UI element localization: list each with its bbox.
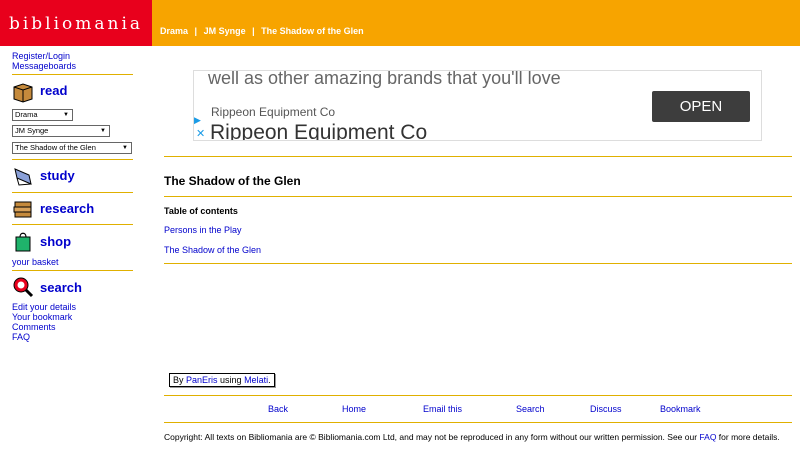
breadcrumb-separator: |	[252, 26, 255, 36]
toc-item-persons[interactable]: Persons in the Play	[164, 225, 242, 235]
content-divider	[164, 156, 792, 157]
credit-suffix: .	[268, 375, 271, 385]
magnifier-icon[interactable]	[12, 276, 34, 298]
discuss-link[interactable]: Discuss	[590, 404, 622, 414]
your-basket-link[interactable]: your basket	[12, 257, 59, 267]
copyright-notice: Copyright: All texts on Bibliomania are …	[164, 432, 794, 442]
shop-link[interactable]: shop	[40, 234, 71, 249]
sidebar-divider	[12, 270, 133, 271]
book-icon[interactable]	[12, 81, 34, 103]
logo-box[interactable]: bibliomania	[0, 0, 152, 46]
messageboards-link[interactable]: Messageboards	[12, 61, 76, 71]
genre-select[interactable]: Drama ▼	[12, 109, 73, 121]
header-bar: bibliomania Drama | JM Synge | The Shado…	[0, 0, 800, 46]
ad-open-button[interactable]: OPEN	[652, 91, 750, 122]
sidebar-divider	[12, 192, 133, 193]
footer-divider	[164, 395, 792, 396]
breadcrumb-drama[interactable]: Drama	[160, 26, 188, 36]
credit-box: By PanEris using Melati.	[169, 373, 275, 387]
chevron-down-icon: ▼	[63, 112, 69, 118]
read-link[interactable]: read	[40, 83, 67, 98]
footer-search-link[interactable]: Search	[516, 404, 545, 414]
title-select-value: The Shadow of the Glen	[15, 143, 96, 152]
breadcrumb: Drama | JM Synge | The Shadow of the Gle…	[160, 26, 364, 36]
books-icon[interactable]	[12, 198, 34, 220]
footer-nav: Back Home Email this Search Discuss Book…	[164, 404, 792, 416]
page-title: The Shadow of the Glen	[164, 174, 301, 188]
sidebar-divider	[12, 224, 133, 225]
content-divider	[164, 263, 792, 264]
toc-item-shadow-of-the-glen[interactable]: The Shadow of the Glen	[164, 245, 261, 255]
toc-heading: Table of contents	[164, 206, 238, 216]
credit-prefix: By	[173, 375, 187, 385]
back-link[interactable]: Back	[268, 404, 288, 414]
bookmark-link[interactable]: Bookmark	[660, 404, 701, 414]
chevron-down-icon: ▼	[100, 128, 106, 134]
content-divider	[164, 196, 792, 197]
ad-close-icon[interactable]: ✕	[196, 127, 205, 140]
footer-divider	[164, 422, 792, 423]
copyright-faq-link[interactable]: FAQ	[699, 432, 716, 442]
home-link[interactable]: Home	[342, 404, 366, 414]
breadcrumb-title[interactable]: The Shadow of the Glen	[261, 26, 364, 36]
ad-info-icon[interactable]: ▶	[194, 115, 201, 126]
title-select[interactable]: The Shadow of the Glen ▼	[12, 142, 132, 154]
genre-select-value: Drama	[15, 110, 38, 119]
sidebar-divider	[12, 159, 133, 160]
breadcrumb-separator: |	[194, 26, 198, 36]
copyright-text-end: for more details.	[716, 432, 780, 442]
faq-link[interactable]: FAQ	[12, 332, 30, 342]
author-select[interactable]: JM Synge ▼	[12, 125, 110, 137]
edit-details-link[interactable]: Edit your details	[12, 302, 76, 312]
ad-advertiser-headline[interactable]: Rippeon Equipment Co	[210, 121, 427, 140]
ad-banner[interactable]: well as other amazing brands that you'll…	[193, 70, 762, 141]
author-select-value: JM Synge	[15, 126, 49, 135]
shopping-bag-icon[interactable]	[12, 230, 34, 252]
register-login-link[interactable]: Register/Login	[12, 51, 70, 61]
email-this-link[interactable]: Email this	[423, 404, 462, 414]
author-link[interactable]: PanEris	[186, 375, 218, 385]
ad-advertiser-name: Rippeon Equipment Co	[211, 105, 336, 119]
breadcrumb-author[interactable]: JM Synge	[204, 26, 246, 36]
research-link[interactable]: research	[40, 201, 94, 216]
chevron-down-icon: ▼	[122, 145, 128, 151]
sidebar: Register/Login Messageboards read Drama …	[0, 46, 152, 451]
tool-link[interactable]: Melati	[244, 375, 268, 385]
credit-middle: using	[217, 375, 245, 385]
search-link[interactable]: search	[40, 280, 82, 295]
comments-link[interactable]: Comments	[12, 322, 56, 332]
your-bookmark-link[interactable]: Your bookmark	[12, 312, 72, 322]
notebook-icon[interactable]	[12, 165, 34, 187]
copyright-text: Copyright: All texts on Bibliomania are …	[164, 432, 700, 442]
sidebar-divider	[12, 74, 133, 75]
ad-tagline: well as other amazing brands that you'll…	[208, 70, 561, 88]
site-logo[interactable]: bibliomania	[0, 14, 152, 34]
study-link[interactable]: study	[40, 168, 75, 183]
